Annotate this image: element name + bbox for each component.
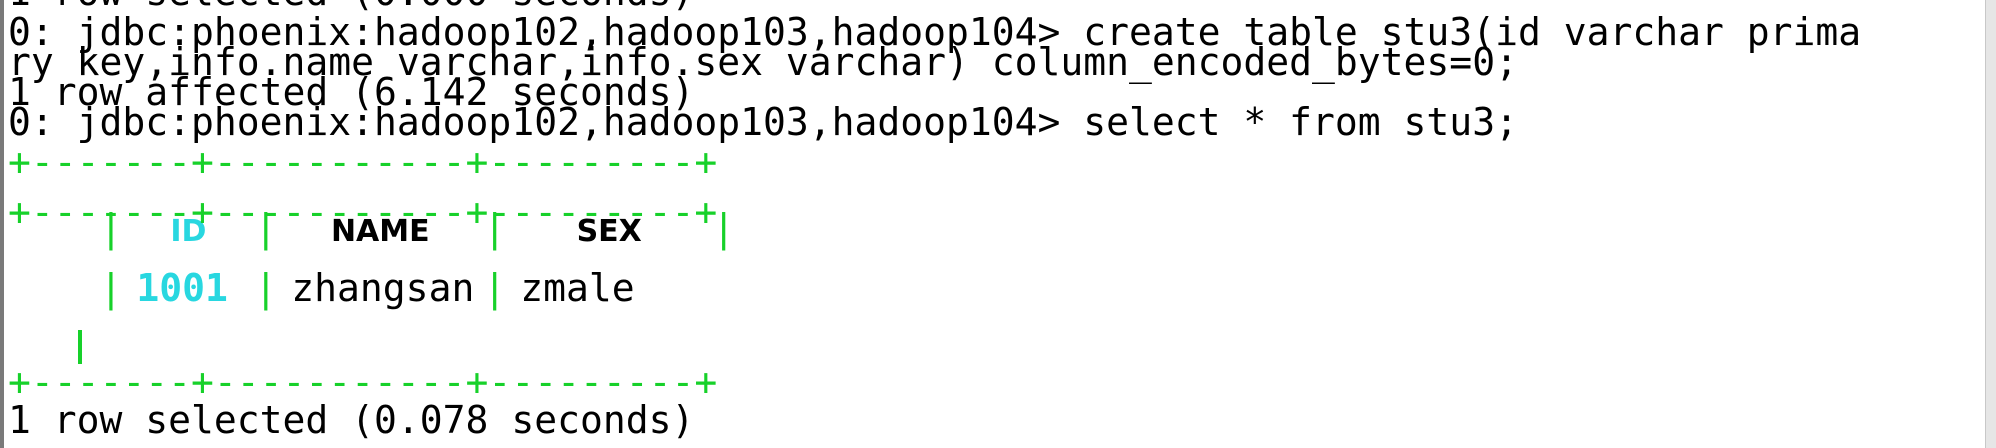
- vertical-scrollbar[interactable]: [1985, 0, 1996, 448]
- table-pipe: |: [99, 266, 123, 310]
- command-line-select: 0: jdbc:phoenix:hadoop102,hadoop103,hado…: [8, 100, 1518, 144]
- output-rows-selected: 1 row selected (0.078 seconds): [8, 398, 695, 442]
- table-row: | 1001 | zhangsan | zmale: [8, 222, 712, 310]
- terminal-window[interactable]: 1 row selected (0.000 seconds) 0: jdbc:p…: [0, 0, 1996, 448]
- cell-id: 1001: [136, 266, 228, 310]
- table-pipe: |: [483, 266, 507, 310]
- wrapped-table-pipe: [78, 330, 82, 364]
- cell-sex: zmale: [520, 266, 635, 310]
- table-pipe: |: [254, 266, 278, 310]
- cell-name: zhangsan: [291, 266, 475, 310]
- window-left-border: [0, 0, 4, 448]
